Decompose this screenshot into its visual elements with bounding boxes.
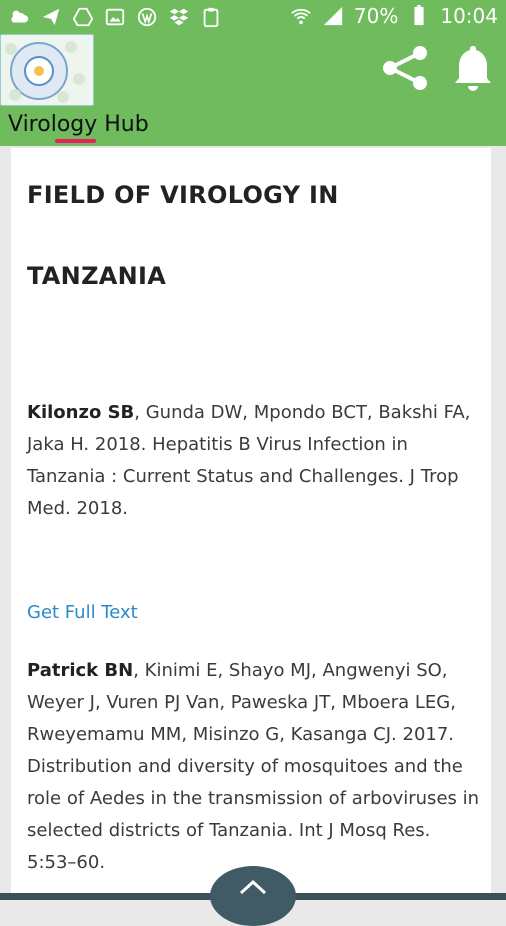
chevron-up-icon bbox=[239, 879, 267, 895]
signal-icon bbox=[323, 6, 343, 26]
dropbox-icon bbox=[169, 8, 189, 26]
system-icons: 70% 10:04 bbox=[290, 4, 498, 28]
battery-percent: 70% bbox=[353, 4, 399, 28]
battery-icon bbox=[414, 5, 424, 26]
citation-1-author: Kilonzo SB bbox=[27, 402, 135, 423]
status-bar: 70% 10:04 bbox=[0, 0, 506, 34]
clock: 10:04 bbox=[440, 4, 498, 28]
bell-icon[interactable] bbox=[451, 42, 495, 92]
app-title: Virology Hub bbox=[8, 112, 149, 137]
drive-icon bbox=[72, 7, 94, 27]
send-icon bbox=[42, 8, 60, 26]
weather-icon bbox=[11, 10, 29, 23]
tab-indicator bbox=[55, 139, 96, 143]
share-icon[interactable] bbox=[380, 45, 430, 91]
citation-2: Patrick BN, Kinimi E, Shayo MJ, Angwenyi… bbox=[27, 655, 482, 879]
citation-2-author: Patrick BN bbox=[27, 660, 134, 681]
get-full-text-link[interactable]: Get Full Text bbox=[27, 602, 138, 623]
scroll-to-top-button[interactable] bbox=[210, 866, 296, 926]
citation-1: Kilonzo SB, Gunda DW, Mpondo BCT, Bakshi… bbox=[27, 397, 482, 525]
wordpress-icon bbox=[137, 7, 157, 27]
clipboard-icon bbox=[203, 7, 219, 28]
app-logo bbox=[0, 34, 94, 106]
article-heading-line2: TANZANIA bbox=[27, 262, 167, 290]
citation-2-text: , Kinimi E, Shayo MJ, Angwenyi SO, Weyer… bbox=[27, 660, 480, 873]
wifi-icon bbox=[291, 8, 311, 25]
notification-icons bbox=[8, 6, 222, 28]
virus-diagram-logo-icon bbox=[5, 41, 85, 103]
article-heading-line1: FIELD OF VIROLOGY IN bbox=[27, 181, 339, 209]
image-icon bbox=[105, 8, 125, 26]
